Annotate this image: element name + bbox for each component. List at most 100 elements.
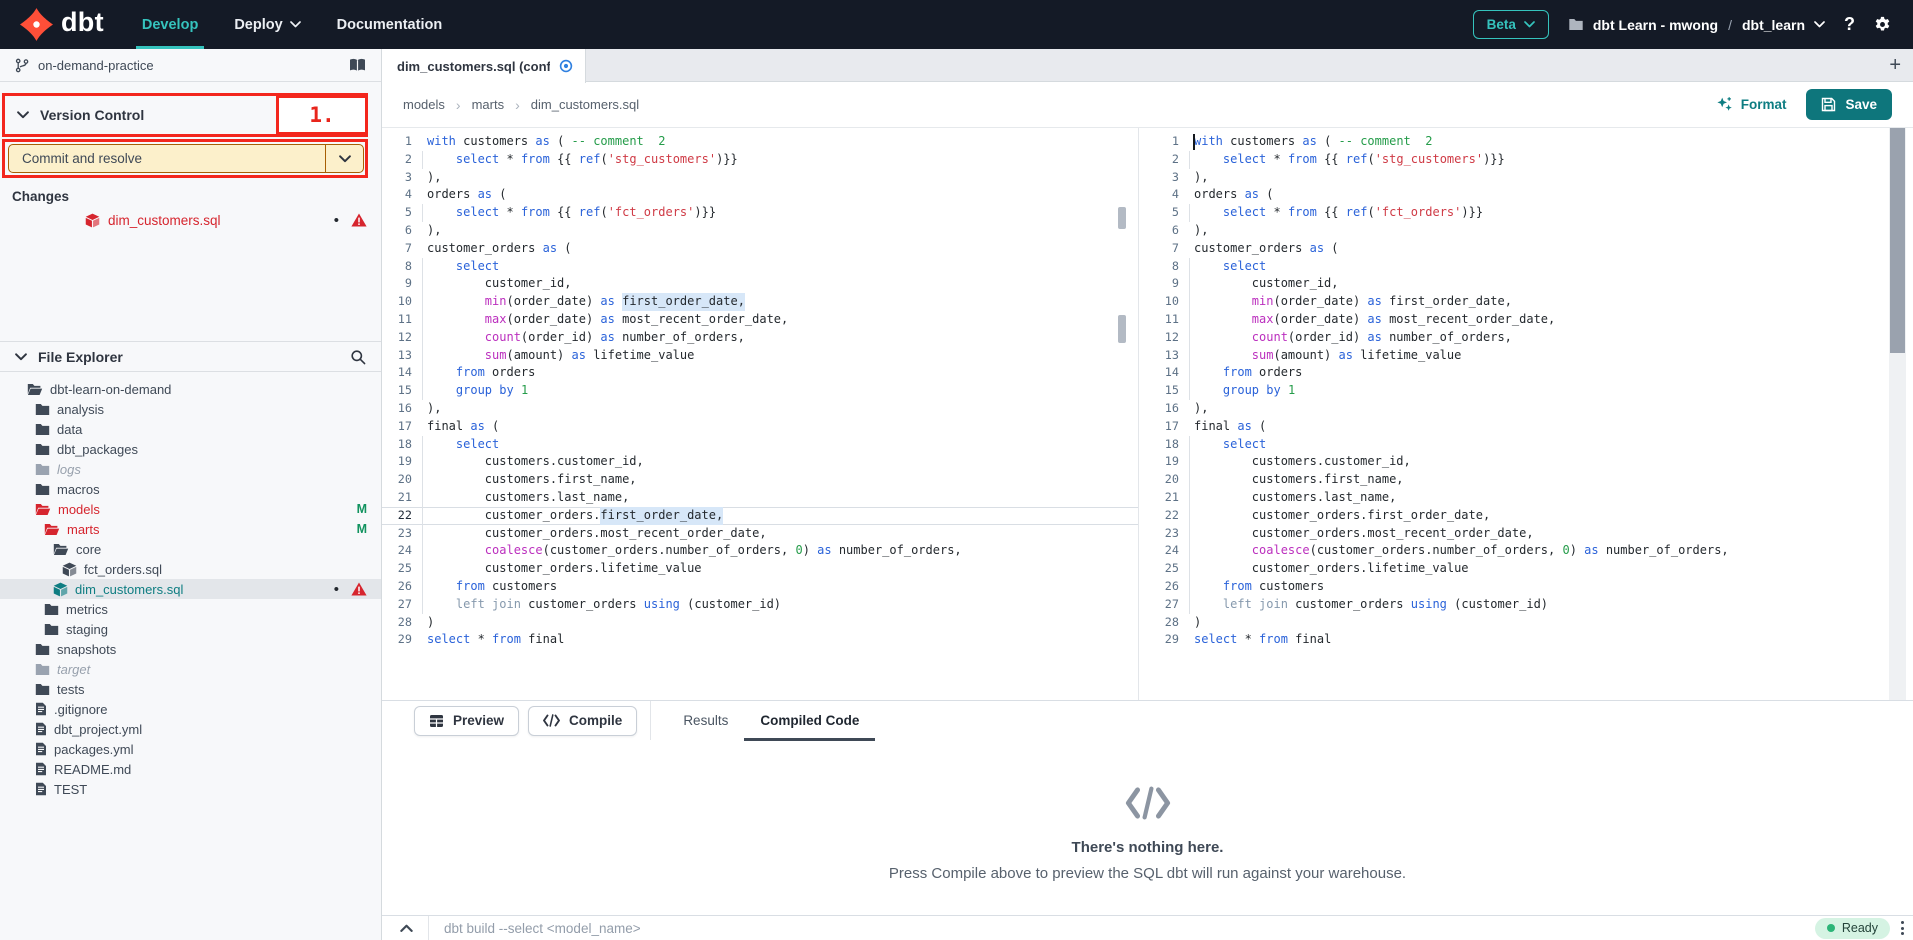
code-line-24[interactable]: 24 coalesce(customer_orders.number_of_or… xyxy=(382,542,1138,560)
code-line-14[interactable]: 14 from orders xyxy=(1139,364,1889,382)
code-line-9[interactable]: 9 customer_id, xyxy=(1139,275,1889,293)
code-line-27[interactable]: 27 left join customer_orders using (cust… xyxy=(382,596,1138,614)
code-line-16[interactable]: 16), xyxy=(382,400,1138,418)
code-line-8[interactable]: 8 select xyxy=(1139,258,1889,276)
code-line-8[interactable]: 8 select xyxy=(382,258,1138,276)
code-line-7[interactable]: 7customer_orders as ( xyxy=(382,240,1138,258)
dbt-logo[interactable]: dbt xyxy=(0,0,124,49)
tree-item-dbt_packages[interactable]: dbt_packages xyxy=(0,439,381,459)
tree-item-.gitignore[interactable]: .gitignore xyxy=(0,699,381,719)
tree-item-marts[interactable]: martsM xyxy=(0,519,381,539)
code-line-1[interactable]: 1with customers as ( -- comment 2 xyxy=(1139,133,1889,151)
code-line-14[interactable]: 14 from orders xyxy=(382,364,1138,382)
nav-deploy[interactable]: Deploy xyxy=(216,0,318,49)
code-line-22[interactable]: 22 customer_orders.first_order_date, xyxy=(1139,507,1889,525)
code-line-13[interactable]: 13 sum(amount) as lifetime_value xyxy=(1139,347,1889,365)
code-line-17[interactable]: 17final as ( xyxy=(1139,418,1889,436)
tree-item-snapshots[interactable]: snapshots xyxy=(0,639,381,659)
code-line-5[interactable]: 5 select * from {{ ref('fct_orders')}} xyxy=(382,204,1138,222)
breadcrumb-file[interactable]: dim_customers.sql xyxy=(531,97,639,112)
kebab-menu-icon[interactable] xyxy=(1901,921,1904,935)
tree-item-staging[interactable]: staging xyxy=(0,619,381,639)
tree-item-target[interactable]: target xyxy=(0,659,381,679)
tree-item-models[interactable]: modelsM xyxy=(0,499,381,519)
code-line-10[interactable]: 10 min(order_date) as first_order_date, xyxy=(382,293,1138,311)
help-icon[interactable]: ? xyxy=(1844,14,1855,35)
nav-documentation[interactable]: Documentation xyxy=(319,0,461,49)
commit-and-resolve-button[interactable]: Commit and resolve xyxy=(8,144,364,173)
tree-item-tests[interactable]: tests xyxy=(0,679,381,699)
code-line-1[interactable]: 1with customers as ( -- comment 2 xyxy=(382,133,1138,151)
code-line-18[interactable]: 18 select xyxy=(382,436,1138,454)
code-line-6[interactable]: 6), xyxy=(382,222,1138,240)
new-tab-button[interactable]: + xyxy=(1883,49,1907,82)
left-editor-scrollbar-thumb[interactable] xyxy=(1118,207,1126,229)
format-button[interactable]: Format xyxy=(1716,96,1787,113)
code-line-25[interactable]: 25 customer_orders.lifetime_value xyxy=(382,560,1138,578)
code-line-3[interactable]: 3), xyxy=(1139,169,1889,187)
code-line-23[interactable]: 23 customer_orders.most_recent_order_dat… xyxy=(382,525,1138,543)
beta-dropdown[interactable]: Beta xyxy=(1473,10,1549,39)
project-picker[interactable]: dbt Learn - mwong / dbt_learn xyxy=(1568,17,1825,33)
editor-pane-left[interactable]: 1with customers as ( -- comment 22 selec… xyxy=(382,128,1139,700)
code-line-22[interactable]: 22 customer_orders.first_order_date, xyxy=(382,507,1138,525)
tree-item-core[interactable]: core xyxy=(0,539,381,559)
preview-button[interactable]: Preview xyxy=(414,706,519,736)
tab-results[interactable]: Results xyxy=(683,701,728,741)
code-line-21[interactable]: 21 customers.last_name, xyxy=(1139,489,1889,507)
commit-dropdown-toggle[interactable] xyxy=(325,145,363,172)
editor-pane-right[interactable]: 1with customers as ( -- comment 22 selec… xyxy=(1139,128,1889,700)
code-line-19[interactable]: 19 customers.customer_id, xyxy=(382,453,1138,471)
code-line-7[interactable]: 7customer_orders as ( xyxy=(1139,240,1889,258)
code-line-15[interactable]: 15 group by 1 xyxy=(382,382,1138,400)
tree-item-metrics[interactable]: metrics xyxy=(0,599,381,619)
chevron-up-icon[interactable] xyxy=(400,924,413,932)
tab-compiled-code[interactable]: Compiled Code xyxy=(760,701,859,741)
code-line-4[interactable]: 4orders as ( xyxy=(382,186,1138,204)
tree-item-logs[interactable]: logs xyxy=(0,459,381,479)
command-input[interactable]: dbt build --select <model_name> xyxy=(444,921,641,936)
book-icon[interactable] xyxy=(349,58,366,72)
search-icon[interactable] xyxy=(350,349,366,365)
changed-file-row[interactable]: dim_customers.sql • xyxy=(0,207,381,233)
tree-item-macros[interactable]: macros xyxy=(0,479,381,499)
code-line-9[interactable]: 9 customer_id, xyxy=(382,275,1138,293)
nav-develop[interactable]: Develop xyxy=(124,0,216,49)
code-line-26[interactable]: 26 from customers xyxy=(382,578,1138,596)
tree-item-data[interactable]: data xyxy=(0,419,381,439)
tree-item-dbt_project.yml[interactable]: dbt_project.yml xyxy=(0,719,381,739)
code-line-2[interactable]: 2 select * from {{ ref('stg_customers')}… xyxy=(382,151,1138,169)
tree-item-TEST[interactable]: TEST xyxy=(0,779,381,799)
code-line-5[interactable]: 5 select * from {{ ref('fct_orders')}} xyxy=(1139,204,1889,222)
code-line-3[interactable]: 3), xyxy=(382,169,1138,187)
code-line-12[interactable]: 12 count(order_id) as number_of_orders, xyxy=(1139,329,1889,347)
tree-item-dbt-learn-on-demand[interactable]: dbt-learn-on-demand xyxy=(0,379,381,399)
file-explorer-header[interactable]: File Explorer xyxy=(0,341,381,372)
code-line-12[interactable]: 12 count(order_id) as number_of_orders, xyxy=(382,329,1138,347)
code-line-24[interactable]: 24 coalesce(customer_orders.number_of_or… xyxy=(1139,542,1889,560)
left-editor-scrollbar-thumb[interactable] xyxy=(1118,315,1126,343)
save-button[interactable]: Save xyxy=(1806,89,1892,120)
code-line-4[interactable]: 4orders as ( xyxy=(1139,186,1889,204)
code-line-13[interactable]: 13 sum(amount) as lifetime_value xyxy=(382,347,1138,365)
code-line-28[interactable]: 28) xyxy=(1139,614,1889,632)
code-line-20[interactable]: 20 customers.first_name, xyxy=(382,471,1138,489)
scrollbar-thumb[interactable] xyxy=(1890,128,1905,353)
code-line-6[interactable]: 6), xyxy=(1139,222,1889,240)
code-line-17[interactable]: 17final as ( xyxy=(382,418,1138,436)
code-line-16[interactable]: 16), xyxy=(1139,400,1889,418)
code-line-2[interactable]: 2 select * from {{ ref('stg_customers')}… xyxy=(1139,151,1889,169)
tree-item-fct_orders.sql[interactable]: fct_orders.sql xyxy=(0,559,381,579)
code-line-20[interactable]: 20 customers.first_name, xyxy=(1139,471,1889,489)
code-line-11[interactable]: 11 max(order_date) as most_recent_order_… xyxy=(382,311,1138,329)
code-line-25[interactable]: 25 customer_orders.lifetime_value xyxy=(1139,560,1889,578)
breadcrumb-models[interactable]: models xyxy=(403,97,445,112)
code-line-28[interactable]: 28) xyxy=(382,614,1138,632)
gear-icon[interactable] xyxy=(1874,16,1891,33)
branch-selector[interactable]: on-demand-practice xyxy=(0,49,381,82)
code-line-29[interactable]: 29select * from final xyxy=(382,631,1138,649)
tree-item-README.md[interactable]: README.md xyxy=(0,759,381,779)
code-line-11[interactable]: 11 max(order_date) as most_recent_order_… xyxy=(1139,311,1889,329)
editor-vertical-scrollbar[interactable] xyxy=(1889,128,1906,700)
code-line-29[interactable]: 29select * from final xyxy=(1139,631,1889,649)
